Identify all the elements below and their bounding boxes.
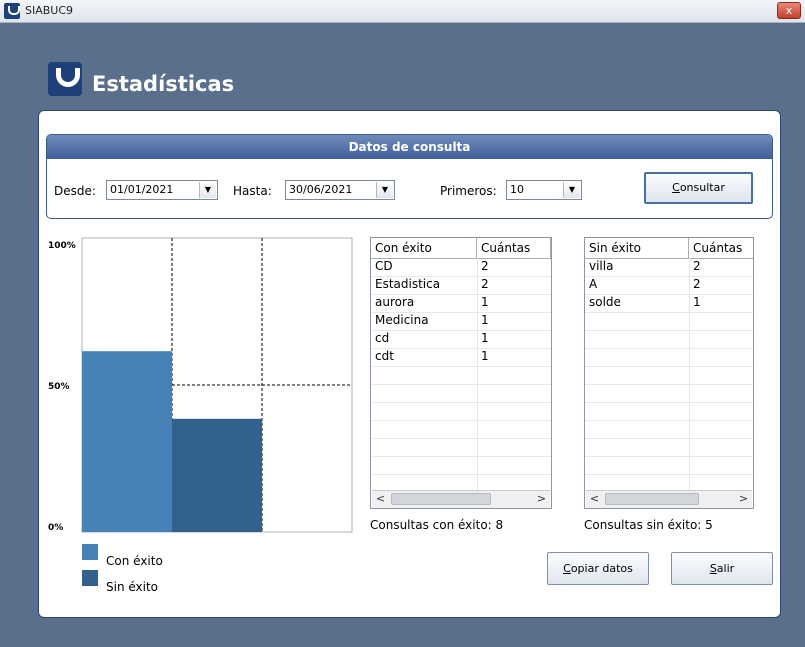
count-cell: 2 xyxy=(481,277,489,291)
chevron-down-icon[interactable]: ▼ xyxy=(199,182,216,198)
fail-table[interactable]: Sin éxito Cuántas villa 2 A 2 solde 1 < > xyxy=(584,237,754,509)
chevron-down-icon[interactable]: ▼ xyxy=(563,182,580,198)
close-button[interactable]: x xyxy=(777,2,801,19)
success-table[interactable]: Con éxito Cuántas CD 2 Estadistica 2 aurora 1… xyxy=(370,237,552,509)
success-table-hscrollbar[interactable]: < > xyxy=(372,490,550,508)
table-row[interactable] xyxy=(371,384,551,403)
hasta-value: 30/06/2021 xyxy=(289,183,353,196)
salir-accel: S xyxy=(709,562,717,575)
scroll-left-icon[interactable]: < xyxy=(586,491,603,508)
table-row[interactable] xyxy=(585,420,753,439)
copiar-datos-button[interactable]: Copiar datos xyxy=(547,552,649,585)
table-row[interactable]: A2 xyxy=(585,276,753,295)
column-header-sin-exito[interactable]: Sin éxito xyxy=(585,238,689,258)
hasta-label: Hasta: xyxy=(233,184,272,198)
consultar-button[interactable]: Consultar xyxy=(644,172,753,204)
app-icon xyxy=(4,3,20,19)
desde-label: Desde: xyxy=(54,184,96,198)
window-title: SIABUC9 xyxy=(25,4,74,17)
copiar-label: opiar datos xyxy=(570,562,633,575)
table-row[interactable] xyxy=(585,456,753,475)
scroll-right-icon[interactable]: > xyxy=(735,491,752,508)
table-row[interactable]: Estadistica 2 xyxy=(371,276,551,295)
table-row[interactable]: solde 1 xyxy=(585,294,753,313)
count-cell: 1 xyxy=(481,313,489,327)
count-cell: 2 xyxy=(693,277,701,291)
title-bar: SIABUC9 x xyxy=(0,0,805,23)
y-tick-label: 100% xyxy=(48,241,76,251)
table-row[interactable] xyxy=(585,366,753,385)
term-cell: villa xyxy=(589,259,614,273)
scroll-thumb[interactable] xyxy=(391,493,491,505)
bar-con-exito xyxy=(82,351,172,532)
success-count: Consultas con éxito: 8 xyxy=(370,518,504,532)
salir-label: alir xyxy=(716,562,735,575)
primeros-label: Primeros: xyxy=(440,184,497,198)
hasta-date-picker[interactable]: 30/06/2021 ▼ xyxy=(285,180,395,200)
table-row[interactable]: cdt 1 xyxy=(371,348,551,367)
column-header-cuantas[interactable]: Cuántas xyxy=(477,238,551,258)
table-row[interactable] xyxy=(585,402,753,421)
table-row[interactable] xyxy=(585,348,753,367)
table-row[interactable]: Medicina 1 xyxy=(371,312,551,331)
count-cell: 1 xyxy=(693,295,701,309)
table-row[interactable] xyxy=(585,312,753,331)
desde-date-picker[interactable]: 01/01/2021 ▼ xyxy=(106,180,218,200)
consultar-accel: C xyxy=(672,181,680,194)
scroll-thumb[interactable] xyxy=(605,493,699,505)
desde-value: 01/01/2021 xyxy=(110,183,174,196)
success-table-header: Con éxito Cuántas xyxy=(371,238,551,259)
scroll-right-icon[interactable]: > xyxy=(533,491,550,508)
page-title: Estadísticas xyxy=(92,72,235,96)
column-header-con-exito[interactable]: Con éxito xyxy=(371,238,477,258)
table-row[interactable] xyxy=(371,420,551,439)
table-row[interactable]: aurora 1 xyxy=(371,294,551,313)
primeros-select[interactable]: 10 ▼ xyxy=(506,180,582,200)
table-row[interactable]: villa 2 xyxy=(585,258,753,277)
count-cell: 1 xyxy=(481,349,489,363)
fail-table-header: Sin éxito Cuántas xyxy=(585,238,753,259)
legend-swatch-sin-exito xyxy=(82,570,98,586)
bar-sin-exito xyxy=(172,418,262,532)
legend-label-con-exito: Con éxito xyxy=(106,554,163,568)
term-cell: aurora xyxy=(375,295,415,309)
column-header-cuantas[interactable]: Cuántas xyxy=(689,238,755,258)
chevron-down-icon[interactable]: ▼ xyxy=(376,182,393,198)
table-row[interactable] xyxy=(371,438,551,457)
term-cell: Medicina xyxy=(375,313,429,327)
term-cell: cdt xyxy=(375,349,394,363)
siabuc-logo-icon xyxy=(48,62,82,96)
term-cell: solde xyxy=(589,295,621,309)
y-tick-label: 50% xyxy=(48,382,70,392)
count-cell: 2 xyxy=(481,259,489,273)
legend-label-sin-exito: Sin éxito xyxy=(106,580,159,594)
term-cell: Estadistica xyxy=(375,277,441,291)
term-cell: CD xyxy=(375,259,393,273)
fail-table-hscrollbar[interactable]: < > xyxy=(586,490,752,508)
y-tick-label: 0% xyxy=(48,523,63,533)
primeros-value: 10 xyxy=(510,183,524,196)
table-row[interactable]: CD 2 xyxy=(371,258,551,277)
consultar-label: onsultar xyxy=(679,181,725,194)
term-cell: A xyxy=(589,277,598,291)
table-row[interactable] xyxy=(585,330,753,349)
count-cell: 1 xyxy=(481,295,489,309)
legend-swatch-con-exito xyxy=(82,544,98,560)
table-row[interactable] xyxy=(371,456,551,475)
term-cell: cd xyxy=(375,331,390,345)
count-cell: 1 xyxy=(481,331,489,345)
table-row[interactable] xyxy=(371,402,551,421)
table-row[interactable] xyxy=(371,366,551,385)
query-group-title: Datos de consulta xyxy=(47,135,772,159)
table-row[interactable] xyxy=(585,384,753,403)
copiar-accel: C xyxy=(563,562,571,575)
fail-count: Consultas sin éxito: 5 xyxy=(584,518,713,532)
results-bar-chart: 0% 50% 100% xyxy=(48,237,353,533)
table-row[interactable]: cd 1 xyxy=(371,330,551,349)
count-cell: 2 xyxy=(693,259,701,273)
scroll-left-icon[interactable]: < xyxy=(372,491,389,508)
chart-ticks: 0% 50% 100% xyxy=(48,241,76,533)
salir-button[interactable]: Salir xyxy=(671,552,773,585)
table-row[interactable] xyxy=(585,438,753,457)
